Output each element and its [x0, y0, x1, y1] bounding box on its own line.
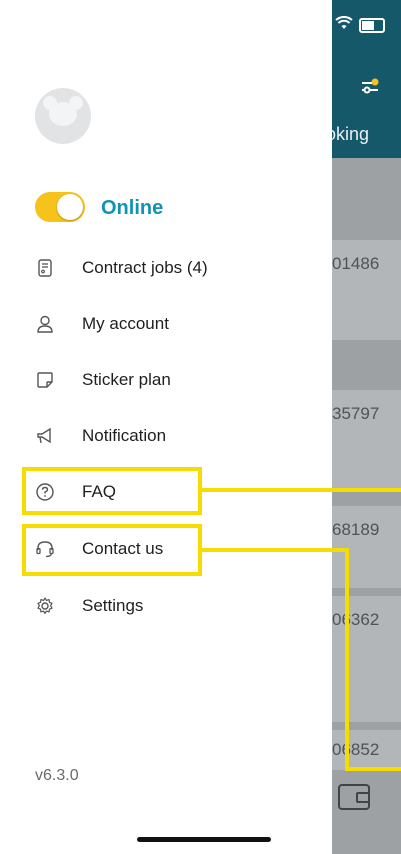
background-card: 68189 [326, 506, 401, 588]
battery-icon [359, 18, 385, 33]
filter-icon[interactable] [361, 78, 379, 96]
status-bar [335, 16, 385, 35]
contact-callout-line [345, 767, 401, 771]
contact-highlight-box [22, 524, 202, 576]
online-toggle[interactable] [35, 192, 85, 222]
background-tab-label: oking [326, 124, 370, 144]
faq-callout-line [202, 488, 401, 492]
sticker-icon [35, 370, 55, 390]
wallet-icon[interactable] [338, 784, 370, 810]
home-indicator [137, 837, 271, 842]
megaphone-icon [35, 426, 55, 446]
menu-label: Settings [82, 596, 144, 615]
background-card: 06362 [326, 596, 401, 722]
contact-callout-line [202, 548, 349, 552]
menu-label: Notification [82, 426, 167, 445]
faq-highlight-box [22, 467, 202, 515]
menu-item-contract-jobs[interactable]: Contract jobs (4) [0, 248, 332, 288]
background-card: 06852 [326, 730, 401, 770]
toggle-knob [57, 194, 83, 220]
menu-label: Sticker plan [82, 370, 171, 389]
app-version: v6.3.0 [35, 767, 79, 784]
background-card: 01486 [326, 240, 401, 340]
contract-doc-icon [35, 258, 55, 278]
menu-item-settings[interactable]: Settings [0, 586, 332, 626]
avatar-face [49, 102, 77, 126]
menu-label: My account [82, 314, 169, 333]
background-card: 35797 [326, 390, 401, 490]
user-icon [35, 314, 55, 334]
wifi-icon [335, 16, 353, 35]
menu-item-my-account[interactable]: My account [0, 304, 332, 344]
contact-callout-line [345, 548, 349, 771]
online-status-label: Online [101, 197, 164, 219]
avatar[interactable] [35, 88, 91, 144]
menu-label: Contract jobs (4) [82, 258, 208, 277]
gear-icon [35, 596, 55, 616]
menu-item-sticker-plan[interactable]: Sticker plan [0, 360, 332, 400]
menu-item-notification[interactable]: Notification [0, 416, 332, 456]
side-drawer: Online Contract jobs (4) My account Stic… [0, 0, 332, 854]
